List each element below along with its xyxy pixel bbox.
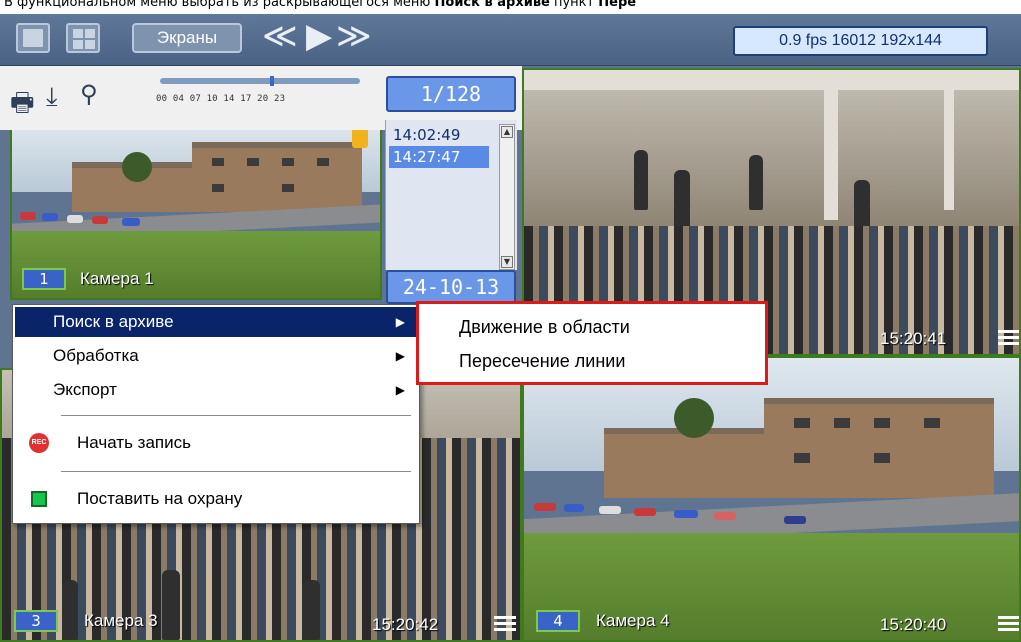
submenu-item-motion-area[interactable]: Движение в области (459, 310, 630, 344)
magnifier-icon[interactable]: ⚲ (80, 80, 98, 108)
menu-separator (61, 471, 411, 473)
menu-item-arm[interactable]: Поставить на охрану (15, 477, 417, 521)
scroll-up-icon[interactable]: ▲ (501, 126, 513, 138)
camera-4-time: 15:20:40 (880, 615, 947, 634)
time-item[interactable]: 14:02:49 (389, 124, 489, 146)
search-submenu: Движение в области Пересечение линии (416, 301, 768, 385)
rewind-icon[interactable]: ≪ (262, 19, 298, 53)
date-box[interactable]: 24-10-13 (386, 270, 516, 304)
timeline-thumb[interactable] (270, 76, 274, 86)
time-item-selected[interactable]: 14:27:47 (389, 146, 489, 168)
caption-bold-item: Пере (598, 0, 637, 10)
submenu-arrow-icon: ▶ (395, 349, 405, 363)
camera-4-view[interactable]: 4 Камера 4 15:20:40 (522, 356, 1021, 642)
menu-item-processing[interactable]: Обработка ▶ (15, 341, 417, 371)
printer-icon[interactable]: 🖶 (10, 84, 35, 128)
top-toolbar: Экраны ≪ ▶ ≫ 0.9 fps 16012 192x144 (0, 14, 1021, 66)
record-counter[interactable]: 1/128 (386, 76, 516, 112)
single-view-button[interactable] (16, 23, 50, 53)
timeline-slider[interactable] (160, 78, 360, 84)
menu-item-export[interactable]: Экспорт ▶ (15, 375, 417, 405)
camera-1-number: 1 (22, 268, 66, 290)
menu-item-label: Экспорт (53, 380, 117, 399)
play-icon[interactable]: ▶ (306, 19, 332, 53)
screenshot-root: В функциональном меню выбрать из раскрыв… (0, 0, 1021, 642)
camera-4-number: 4 (536, 610, 580, 632)
fps-status: 0.9 fps 16012 192x144 (733, 26, 988, 56)
download-icon[interactable]: ⤓ (46, 82, 58, 113)
menu-icon[interactable] (998, 616, 1019, 632)
camera-3-name: Камера 3 (84, 611, 158, 630)
record-icon: REC (29, 433, 49, 453)
grid-view-button[interactable] (66, 23, 100, 53)
menu-item-label: Начать запись (77, 433, 191, 452)
caption-text: В функциональном меню выбрать из раскрыв… (4, 0, 435, 10)
time-list-scrollbar[interactable]: ▲ ▼ (499, 124, 515, 270)
camera-1-name: Камера 1 (80, 269, 154, 288)
scroll-down-icon[interactable]: ▼ (501, 256, 513, 268)
submenu-arrow-icon: ▶ (395, 383, 405, 397)
submenu-arrow-icon: ▶ (395, 315, 405, 329)
menu-item-start-record[interactable]: REC Начать запись (15, 421, 417, 465)
camera-3-time: 15:20:42 (372, 615, 439, 634)
menu-icon[interactable] (494, 616, 516, 632)
time-list[interactable]: 14:02:49 14:27:47 ▲ ▼ (385, 120, 517, 270)
menu-item-label: Поставить на охрану (77, 489, 243, 508)
context-menu: Поиск в архиве ▶ Обработка ▶ Экспорт ▶ REC … (12, 304, 420, 524)
caption-text-mid: пункт (549, 0, 599, 10)
menu-icon[interactable] (998, 330, 1019, 346)
instruction-caption: В функциональном меню выбрать из раскрыв… (0, 0, 1021, 10)
menu-item-label: Обработка (53, 346, 139, 365)
menu-item-label: Поиск в архиве (53, 312, 174, 331)
forward-icon[interactable]: ≫ (336, 19, 372, 53)
menu-separator (61, 415, 411, 417)
camera-3-number: 3 (14, 610, 58, 632)
camera-2-time: 15:20:41 (880, 329, 947, 348)
menu-item-search-archive[interactable]: Поиск в архиве ▶ (15, 307, 417, 337)
camera-1-view[interactable]: 1 Камера 1 (10, 120, 382, 300)
camera-4-name: Камера 4 (596, 611, 670, 630)
guard-icon (31, 491, 47, 507)
screens-button[interactable]: Экраны (132, 23, 242, 53)
timeline-ticks: 00 04 07 10 14 17 20 23 (156, 94, 286, 104)
caption-bold-search: Поиск в архиве (434, 0, 550, 10)
submenu-item-line-crossing[interactable]: Пересечение линии (459, 344, 625, 378)
